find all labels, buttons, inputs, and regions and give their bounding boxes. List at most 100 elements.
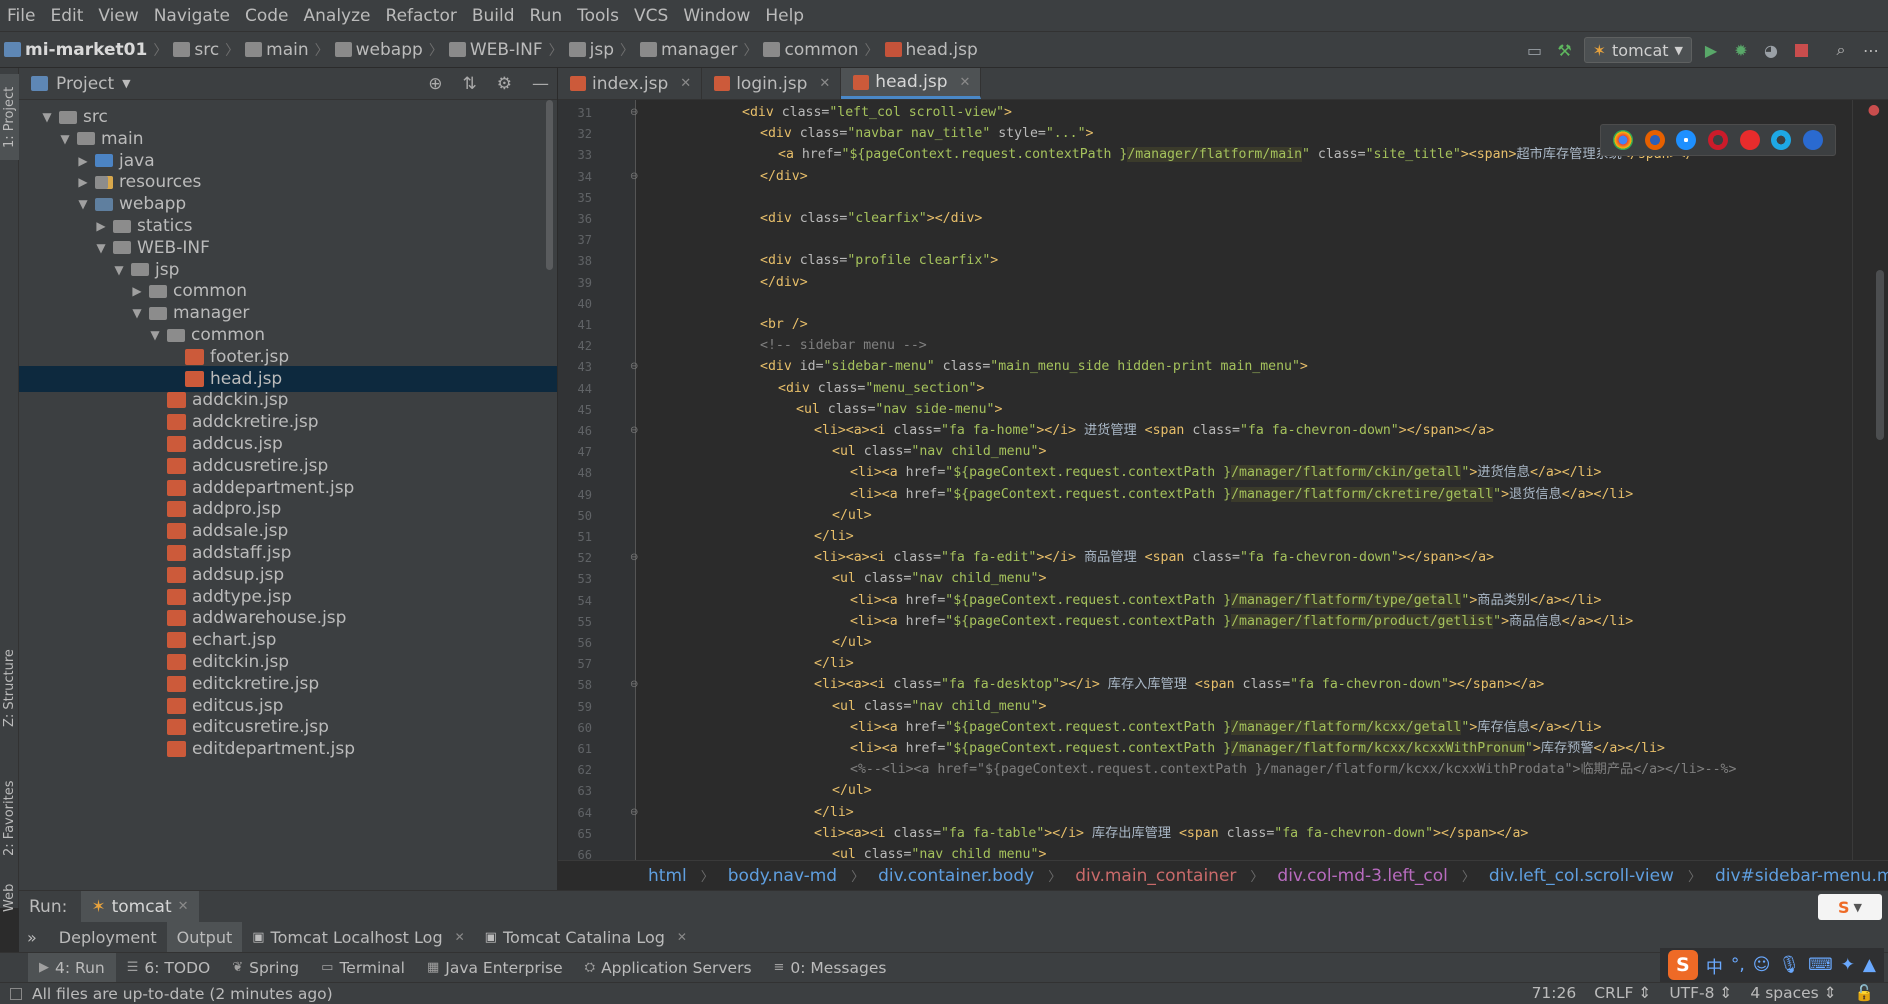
ime-mode[interactable]: 中 (1706, 953, 1723, 978)
collapsed-arrow-icon[interactable]: ▶ (75, 154, 91, 168)
tree-item[interactable]: editdepartment.jsp (19, 736, 557, 762)
keyboard-icon[interactable]: ⌨ (1808, 955, 1833, 975)
menu-edit[interactable]: Edit (43, 0, 91, 32)
close-icon[interactable]: ✕ (680, 76, 691, 91)
tag-breadcrumb-item[interactable]: div#sidebar-menu.main_menu_side.hidden-p… (1715, 866, 1888, 886)
file-encoding[interactable]: UTF-8 ⇕ (1669, 984, 1732, 1002)
run-subtab[interactable]: Deployment (49, 922, 167, 952)
stop-icon[interactable] (1790, 39, 1812, 61)
tag-breadcrumb-item[interactable]: body.nav-md (728, 866, 837, 886)
close-icon[interactable]: ✕ (455, 930, 465, 944)
opera-icon[interactable] (1707, 130, 1728, 150)
caret-position[interactable]: 71:26 (1532, 984, 1577, 1002)
tree-scrollbar[interactable] (546, 100, 553, 270)
breadcrumb-item[interactable]: WEB-INF (448, 40, 543, 60)
project-panel-title[interactable]: Project (56, 74, 114, 94)
chevron-down-icon[interactable]: ▼ (122, 77, 130, 90)
expanded-arrow-icon[interactable]: ▼ (147, 328, 163, 342)
collapsed-arrow-icon[interactable]: ▶ (93, 219, 109, 233)
collapsed-arrow-icon[interactable]: ▶ (129, 284, 145, 298)
layout-icon[interactable]: ▭ (1524, 39, 1546, 61)
breadcrumb-item[interactable]: jsp (568, 40, 614, 60)
voice-icon[interactable]: 🎙 (1779, 955, 1801, 975)
editor-scroll-thumb[interactable] (1876, 270, 1884, 440)
editor-tab[interactable]: login.jsp ✕ (702, 68, 842, 99)
fold-marker-icon[interactable]: ⊖ (630, 679, 638, 690)
menu-code[interactable]: Code (238, 0, 297, 32)
line-separator[interactable]: CRLF ⇕ (1594, 984, 1651, 1002)
expanded-arrow-icon[interactable]: ▼ (57, 132, 73, 146)
expanded-arrow-icon[interactable]: ▼ (129, 306, 145, 320)
run-subtab[interactable]: ▣ Tomcat Catalina Log ✕ (475, 922, 697, 952)
breadcrumb-item[interactable]: mi-market01 (4, 40, 147, 60)
web-tool-tab[interactable]: Web (0, 878, 19, 918)
menu-view[interactable]: View (91, 0, 146, 32)
tool-window-button[interactable]: ≡ 0: Messages (763, 953, 898, 983)
run-config-select[interactable]: ✶ tomcat ▼ (1583, 37, 1692, 63)
emoji-icon[interactable]: ☺ (1753, 955, 1771, 975)
editor-tab[interactable]: index.jsp ✕ (558, 68, 703, 99)
favorites-tool-tab[interactable]: 2: Favorites (0, 768, 19, 868)
fold-marker-icon[interactable]: ⊖ (630, 425, 638, 436)
breadcrumb-item[interactable]: manager (640, 40, 737, 60)
tool-window-button[interactable]: ☰ 6: TODO (116, 953, 221, 983)
close-icon[interactable]: ✕ (960, 75, 971, 90)
expanded-arrow-icon[interactable]: ▼ (111, 263, 127, 277)
tag-breadcrumb-item[interactable]: div.col-md-3.left_col (1277, 866, 1447, 886)
tool-window-button[interactable]: ▶ 4: Run (28, 952, 116, 983)
editor-scrollbar[interactable]: ● (1852, 100, 1888, 860)
tag-breadcrumb-item[interactable]: div.container.body (878, 866, 1034, 886)
fold-marker-icon[interactable]: ⊖ (630, 171, 638, 182)
locate-icon[interactable]: ⊕ (428, 74, 442, 94)
run-subtab[interactable]: Output (166, 922, 243, 952)
collapse-all-icon[interactable]: ⇅ (463, 74, 477, 94)
tag-breadcrumb-item[interactable]: div.main_container (1075, 866, 1236, 886)
yandex-icon[interactable] (1739, 130, 1760, 150)
menu-analyze[interactable]: Analyze (297, 0, 379, 32)
fold-marker-icon[interactable]: ⊖ (630, 552, 638, 563)
tag-breadcrumb-item[interactable]: div.left_col.scroll-view (1489, 866, 1674, 886)
fold-marker-icon[interactable]: ⊖ (630, 361, 638, 372)
breadcrumb-item[interactable]: head.jsp (884, 40, 978, 60)
close-icon[interactable]: ✕ (819, 76, 830, 91)
tool-window-button[interactable]: ⛭ Application Servers (574, 953, 763, 983)
breadcrumb-item[interactable]: common (763, 40, 859, 60)
lock-icon[interactable]: 🔓 (1855, 984, 1874, 1002)
menu-vcs[interactable]: VCS (627, 0, 676, 32)
debug-icon[interactable]: ✹ (1730, 39, 1752, 61)
menu-navigate[interactable]: Navigate (147, 0, 238, 32)
status-toggle-icon[interactable] (10, 987, 22, 1000)
menu-file[interactable]: File (0, 0, 43, 32)
collapsed-arrow-icon[interactable]: ▶ (75, 175, 91, 189)
menu-build[interactable]: Build (465, 0, 523, 32)
project-tool-tab[interactable]: 1: Project (0, 74, 19, 160)
gear-icon[interactable]: ⚙ (497, 74, 512, 94)
breadcrumb-item[interactable]: src (173, 40, 219, 60)
search-icon[interactable]: ⌕ (1830, 39, 1852, 61)
structure-tool-tab[interactable]: Z: Structure (0, 638, 19, 738)
editor-tab[interactable]: head.jsp ✕ (841, 68, 982, 99)
chrome-icon[interactable] (1612, 130, 1633, 150)
close-icon[interactable]: ✕ (178, 899, 189, 914)
tool-window-button[interactable]: ▭ Terminal (310, 953, 416, 983)
indent-setting[interactable]: 4 spaces ⇕ (1750, 984, 1836, 1002)
menu-tools[interactable]: Tools (570, 0, 627, 32)
ie-icon[interactable] (1771, 130, 1792, 150)
safari-icon[interactable] (1676, 130, 1697, 150)
run-subtab[interactable]: ▣ Tomcat Localhost Log ✕ (242, 922, 474, 952)
menu-window[interactable]: Window (676, 0, 758, 32)
tool-window-button[interactable]: ❦ Spring (221, 953, 310, 983)
ime-toolbar[interactable]: S 中 °, ☺ 🎙 ⌨ ✦ ▲ (1659, 948, 1884, 982)
tag-breadcrumb-item[interactable]: html (648, 866, 687, 886)
expanded-arrow-icon[interactable]: ▼ (75, 197, 91, 211)
punctuation-icon[interactable]: °, (1731, 955, 1745, 975)
menu-help[interactable]: Help (758, 0, 812, 32)
run-tab-tomcat[interactable]: ✶ tomcat ✕ (81, 890, 199, 923)
coverage-icon[interactable]: ◕ (1760, 39, 1782, 61)
error-marker-icon[interactable]: ● (1868, 102, 1880, 118)
tool-window-button[interactable]: ▦ Java Enterprise (416, 953, 574, 983)
run-icon[interactable]: ▶ (1700, 39, 1722, 61)
expanded-arrow-icon[interactable]: ▼ (39, 110, 55, 124)
firefox-icon[interactable] (1644, 130, 1665, 150)
expanded-arrow-icon[interactable]: ▼ (93, 241, 109, 255)
